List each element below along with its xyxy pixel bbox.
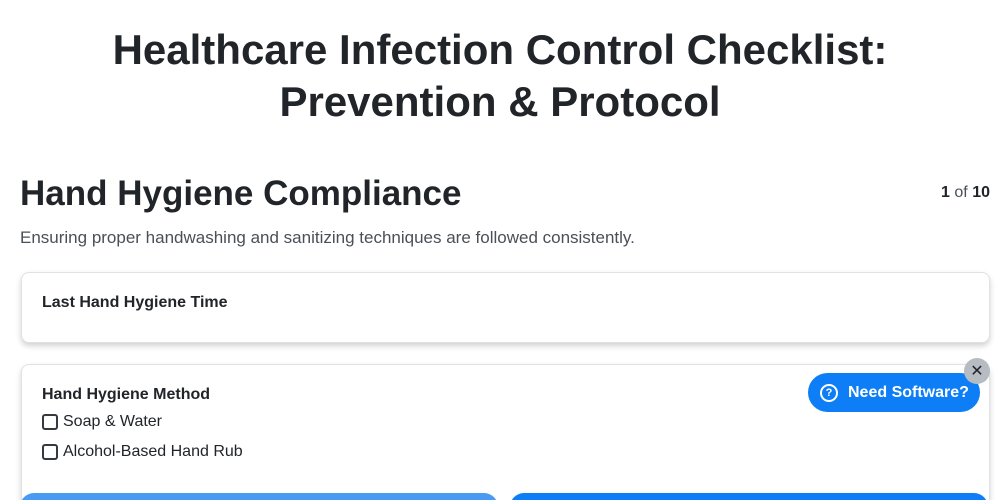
pager-separator: of: [954, 184, 973, 201]
option-alcohol-hand-rub[interactable]: Alcohol-Based Hand Rub: [42, 443, 243, 461]
last-hand-hygiene-time-card: Last Hand Hygiene Time: [21, 272, 990, 343]
next-button[interactable]: [510, 493, 988, 500]
need-software-label: Need Software?: [848, 383, 969, 401]
last-hand-hygiene-time-label: Last Hand Hygiene Time: [42, 294, 228, 311]
option-soap-water[interactable]: Soap & Water: [42, 413, 162, 431]
soap-water-label: Soap & Water: [63, 413, 163, 430]
close-icon[interactable]: ✕: [964, 358, 990, 384]
alcohol-hand-rub-label: Alcohol-Based Hand Rub: [63, 443, 243, 460]
section-pager: 1 of 10: [941, 184, 990, 202]
previous-button[interactable]: [20, 493, 498, 500]
alcohol-hand-rub-checkbox[interactable]: [42, 444, 58, 460]
page-title: Healthcare Infection Control Checklist: …: [112, 26, 888, 125]
checklist-page: Healthcare Infection Control Checklist: …: [0, 0, 1000, 500]
pager-current: 1: [941, 184, 950, 201]
question-circle-icon: ?: [820, 383, 838, 402]
section-title: Hand Hygiene Compliance: [20, 174, 462, 213]
need-software-button[interactable]: ? Need Software?: [808, 373, 980, 412]
hand-hygiene-method-label: Hand Hygiene Method: [42, 386, 211, 403]
pager-total: 10: [972, 184, 990, 201]
section-description: Ensuring proper handwashing and sanitizi…: [20, 228, 635, 247]
soap-water-checkbox[interactable]: [42, 414, 58, 430]
